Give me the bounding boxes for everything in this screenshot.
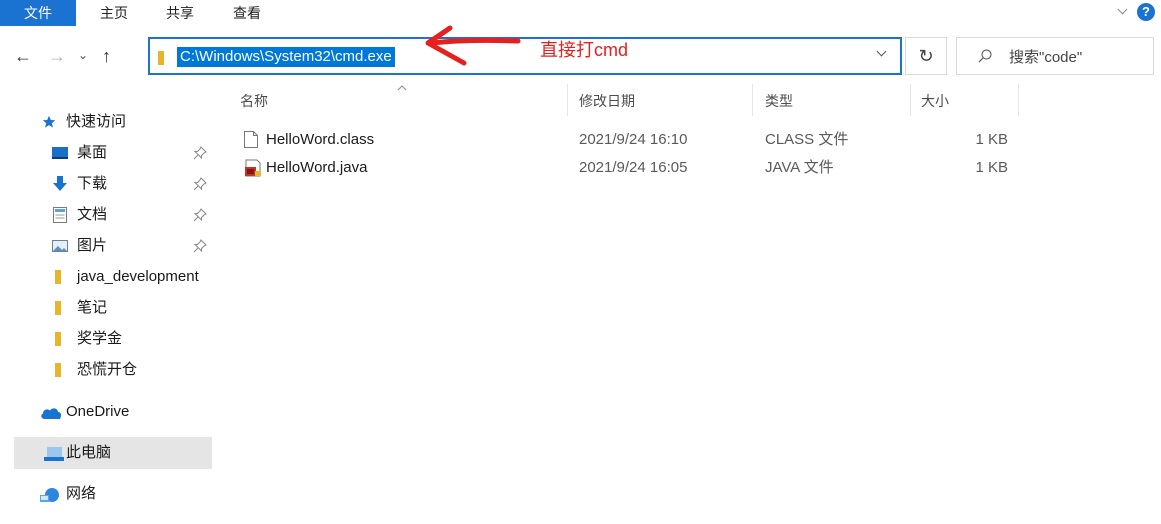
star-icon — [42, 115, 56, 128]
sidebar-item-notes[interactable]: 笔记 — [0, 292, 212, 324]
column-separator[interactable] — [1018, 84, 1019, 116]
file-name: HelloWord.class — [266, 131, 375, 148]
sidebar-item-downloads[interactable]: 下载 — [0, 168, 212, 200]
address-dropdown-icon[interactable] — [876, 47, 888, 59]
file-date: 2021/9/24 16:05 — [579, 159, 688, 176]
ribbon-bar: 文件 主页 共享 查看 ? — [0, 0, 1161, 26]
sidebar-item-scholarship[interactable]: 奖学金 — [0, 323, 212, 355]
annotation-arrow-icon — [425, 25, 521, 66]
folder-icon — [55, 270, 61, 284]
back-button[interactable]: ← — [14, 46, 32, 67]
folder-icon — [55, 332, 61, 346]
file-name: HelloWord.java — [266, 159, 368, 176]
java-file-icon — [245, 159, 261, 177]
folder-icon — [158, 51, 164, 65]
column-header-date[interactable]: 修改日期 — [579, 90, 635, 112]
document-icon — [53, 207, 67, 223]
file-date: 2021/9/24 16:10 — [579, 131, 688, 148]
pin-icon[interactable] — [193, 208, 207, 222]
network-icon — [40, 488, 59, 502]
pin-icon[interactable] — [193, 239, 207, 253]
sidebar-item-desktop[interactable]: 桌面 — [0, 137, 212, 169]
sidebar-item-network[interactable]: 网络 — [0, 478, 212, 510]
file-row[interactable]: HelloWord.java 2021/9/24 16:05 JAVA 文件 1… — [238, 155, 1018, 181]
search-box[interactable] — [956, 37, 1154, 75]
sidebar-item-label: 网络 — [66, 485, 97, 502]
download-icon — [53, 176, 67, 191]
recent-locations-button[interactable]: ⌄ — [78, 48, 88, 62]
pin-icon[interactable] — [193, 177, 207, 191]
file-row[interactable]: HelloWord.class 2021/9/24 16:10 CLASS 文件… — [238, 127, 1018, 153]
file-size: 1 KB — [975, 159, 1008, 176]
sidebar-item-label: OneDrive — [66, 403, 130, 420]
sidebar-item-label: 桌面 — [77, 144, 108, 161]
sidebar-item-panic-open[interactable]: 恐慌开仓 — [0, 354, 212, 386]
sidebar-item-java-development[interactable]: java_development — [0, 261, 212, 293]
forward-button[interactable]: → — [48, 46, 66, 67]
sidebar-item-documents[interactable]: 文档 — [0, 199, 212, 231]
sidebar-item-label: 此电脑 — [66, 444, 112, 461]
search-input[interactable] — [1009, 47, 1149, 67]
sidebar-item-pictures[interactable]: 图片 — [0, 230, 212, 262]
sidebar-item-label: 奖学金 — [77, 330, 123, 347]
navigation-pane: 快速访问 桌面 下载 文档 图片 java_development 笔记 奖学金… — [0, 100, 212, 524]
column-separator[interactable] — [910, 84, 911, 116]
sidebar-item-quick-access[interactable]: 快速访问 — [0, 106, 212, 138]
column-header-type[interactable]: 类型 — [765, 90, 793, 112]
file-type: JAVA 文件 — [765, 159, 834, 176]
tab-home[interactable]: 主页 — [100, 0, 128, 26]
refresh-button[interactable]: ↻ — [905, 37, 947, 75]
pin-icon[interactable] — [193, 146, 207, 160]
folder-icon — [55, 363, 61, 377]
sidebar-item-onedrive[interactable]: OneDrive — [0, 396, 212, 428]
desktop-icon — [52, 147, 68, 159]
tab-share[interactable]: 共享 — [166, 0, 194, 26]
sidebar-item-label: 图片 — [77, 237, 108, 254]
file-size: 1 KB — [975, 131, 1008, 148]
picture-icon — [52, 240, 68, 252]
sidebar-item-label: 文档 — [77, 206, 108, 223]
column-header-name[interactable]: 名称 — [240, 90, 268, 112]
tab-file[interactable]: 文件 — [0, 0, 76, 26]
sort-ascending-icon — [397, 85, 407, 91]
cloud-icon — [41, 408, 62, 419]
address-path-input[interactable]: C:\Windows\System32\cmd.exe — [177, 47, 395, 67]
column-separator[interactable] — [567, 84, 568, 116]
search-icon — [978, 49, 992, 63]
sidebar-item-label: 下载 — [77, 175, 108, 192]
tab-view[interactable]: 查看 — [233, 0, 261, 26]
generic-file-icon — [244, 131, 258, 148]
column-separator[interactable] — [752, 84, 753, 116]
help-icon[interactable]: ? — [1137, 3, 1155, 21]
column-header-size[interactable]: 大小 — [921, 90, 949, 112]
computer-icon — [44, 447, 64, 461]
sidebar-item-label: 笔记 — [77, 299, 108, 316]
sidebar-item-this-pc[interactable]: 此电脑 — [14, 437, 212, 469]
expand-ribbon-icon[interactable] — [1117, 6, 1129, 18]
file-type: CLASS 文件 — [765, 131, 849, 148]
folder-icon — [55, 301, 61, 315]
sidebar-item-label: 恐慌开仓 — [77, 361, 138, 378]
up-button[interactable]: ↑ — [102, 46, 111, 67]
annotation-label: 直接打cmd — [540, 40, 629, 60]
sidebar-item-label: 快速访问 — [66, 113, 127, 130]
sidebar-item-label: java_development — [77, 268, 199, 285]
